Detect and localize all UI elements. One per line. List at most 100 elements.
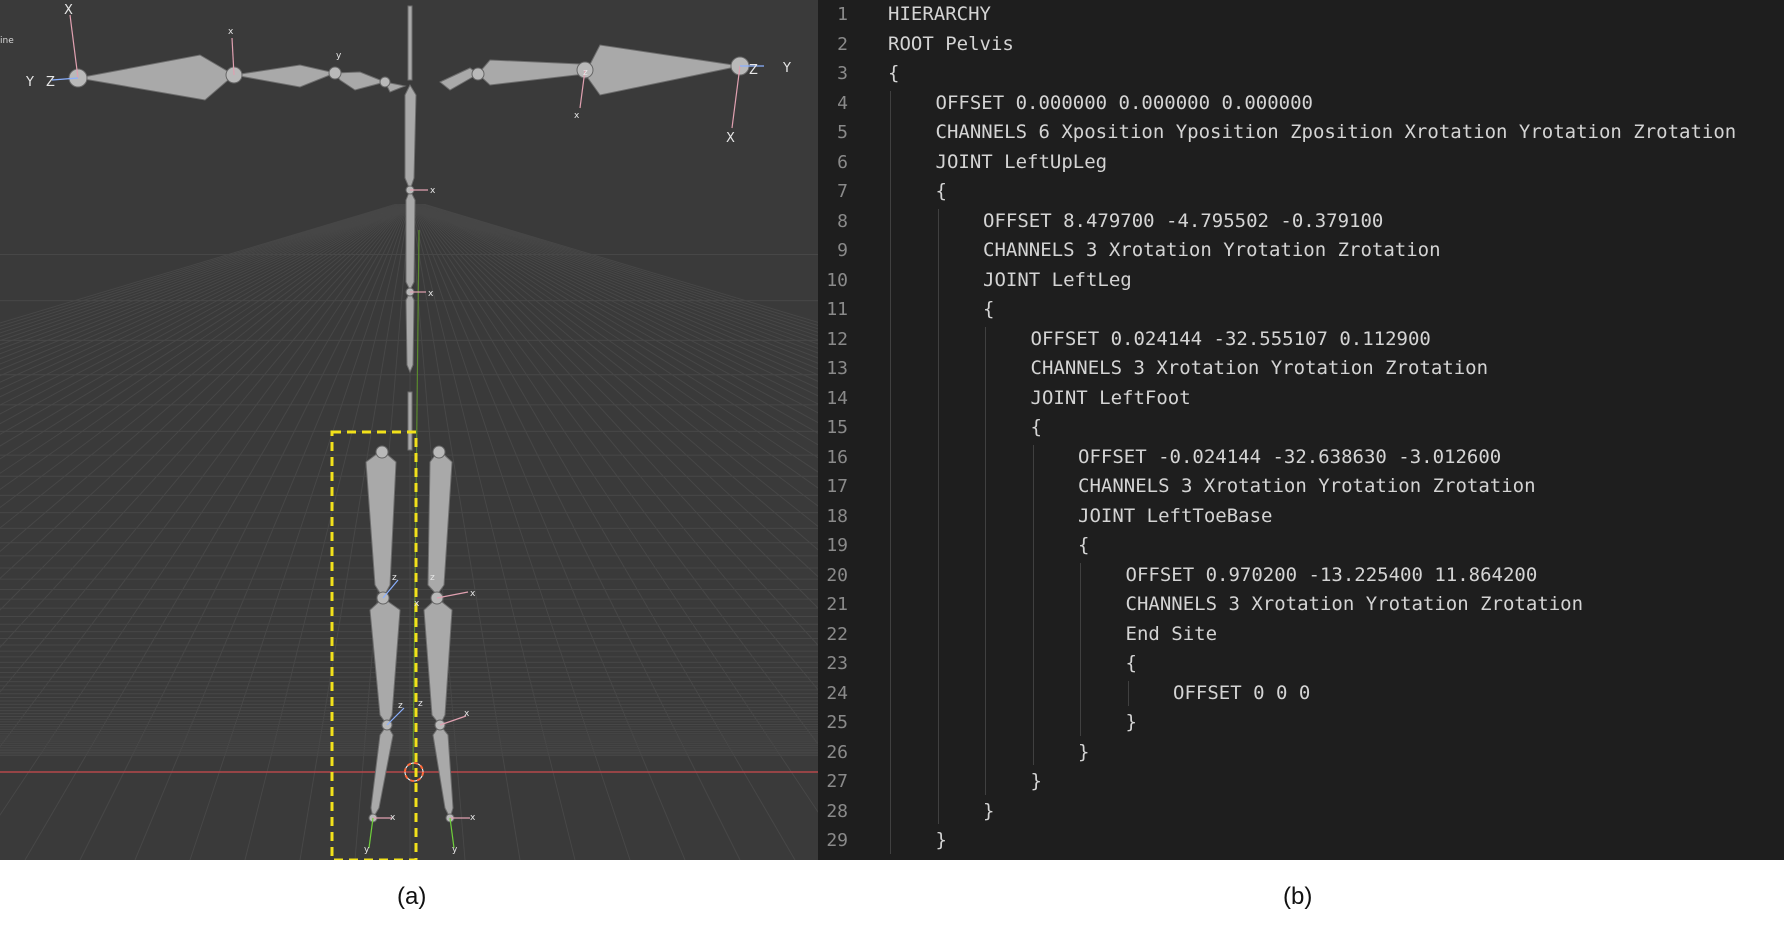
code-line[interactable]: 24 OFFSET 0 0 0 <box>818 679 1784 709</box>
indent-guide <box>985 326 986 795</box>
code-text[interactable]: } <box>1031 767 1042 797</box>
code-text[interactable]: OFFSET 0.970200 -13.225400 11.864200 <box>1126 561 1538 591</box>
indent-guide <box>1080 562 1081 736</box>
code-text[interactable]: OFFSET 8.479700 -4.795502 -0.379100 <box>983 207 1383 237</box>
code-text[interactable]: } <box>1126 708 1137 738</box>
code-text[interactable]: CHANNELS 3 Xrotation Yrotation Zrotation <box>1031 354 1489 384</box>
code-text[interactable]: OFFSET 0.024144 -32.555107 0.112900 <box>1031 325 1431 355</box>
code-line[interactable]: 9 CHANNELS 3 Xrotation Yrotation Zrotatio… <box>818 236 1784 266</box>
code-text[interactable]: JOINT LeftUpLeg <box>936 148 1108 178</box>
axis-label: x <box>428 289 434 299</box>
code-line[interactable]: 28} <box>818 797 1784 827</box>
axis-label: Z <box>46 75 55 90</box>
line-number: 29 <box>826 830 848 851</box>
code-line[interactable]: 8 OFFSET 8.479700 -4.795502 -0.379100 <box>818 207 1784 237</box>
code-line[interactable]: 5 CHANNELS 6 Xposition Yposition Zpositio… <box>818 118 1784 148</box>
line-number: 1 <box>837 4 848 25</box>
code-line[interactable]: 13 CHANNELS 3 Xrotation Yrotation Zrotati… <box>818 354 1784 384</box>
code-text[interactable]: OFFSET -0.024144 -32.638630 -3.012600 <box>1078 443 1501 473</box>
code-text[interactable]: { <box>1078 531 1089 561</box>
code-line[interactable]: 29} <box>818 826 1784 856</box>
code-text[interactable]: } <box>1078 738 1089 768</box>
code-line[interactable]: 12 OFFSET 0.024144 -32.555107 0.112900 <box>818 325 1784 355</box>
axis-label: y <box>364 845 370 855</box>
code-text[interactable]: CHANNELS 3 Xrotation Yrotation Zrotation <box>1078 472 1536 502</box>
axis-label: x <box>464 709 470 719</box>
caption-b: (b) <box>1283 883 1313 910</box>
code-line[interactable]: 18 JOINT LeftToeBase <box>818 502 1784 532</box>
code-text[interactable]: { <box>1031 413 1042 443</box>
code-line[interactable]: 1 HIERARCHY <box>818 0 1784 30</box>
axis-label: X <box>726 131 735 146</box>
code-line[interactable]: 26} <box>818 738 1784 768</box>
axis-label: y <box>452 845 458 855</box>
code-text[interactable]: } <box>983 797 994 827</box>
code-text[interactable]: } <box>936 826 947 856</box>
code-text[interactable]: OFFSET 0 0 0 <box>1173 679 1310 709</box>
code-line[interactable]: 6 JOINT LeftUpLeg <box>818 148 1784 178</box>
line-number: 5 <box>837 122 848 143</box>
code-line[interactable]: 2 ROOT Pelvis <box>818 30 1784 60</box>
line-number: 16 <box>826 446 848 468</box>
code-line[interactable]: 7{ <box>818 177 1784 207</box>
code-text[interactable]: ROOT Pelvis <box>888 30 1014 60</box>
viewport-canvas[interactable]: X Y Z Z Y X x y x z x x z z x x z z x x … <box>0 0 818 860</box>
code-text[interactable]: End Site <box>1126 620 1218 650</box>
code-text[interactable]: { <box>936 177 947 207</box>
line-number: 24 <box>826 682 848 704</box>
code-line[interactable]: 20 OFFSET 0.970200 -13.225400 11.864200 <box>818 561 1784 591</box>
3d-viewport[interactable]: X Y Z Z Y X x y x z x x z z x x z z x x … <box>0 0 818 860</box>
code-line[interactable]: 11 { <box>818 295 1784 325</box>
code-text[interactable]: CHANNELS 3 Xrotation Yrotation Zrotation <box>1126 590 1584 620</box>
viewport-corner-label: ine <box>0 36 14 46</box>
code-line[interactable]: 22 End Site <box>818 620 1784 650</box>
line-number: 19 <box>826 535 848 556</box>
code-editor[interactable]: 1 HIERARCHY 2 ROOT Pelvis 3{4 OFFSET 0.000000… <box>818 0 1784 860</box>
indent-guide <box>890 90 891 854</box>
code-text[interactable]: { <box>888 59 899 89</box>
line-number: 10 <box>826 269 848 291</box>
line-number: 21 <box>826 594 848 615</box>
code-line[interactable]: 15 { <box>818 413 1784 443</box>
line-number: 8 <box>837 210 848 232</box>
code-line[interactable]: 16 OFFSET -0.024144 -32.638630 -3.012600 <box>818 443 1784 473</box>
code-line[interactable]: 27} <box>818 767 1784 797</box>
code-text[interactable]: CHANNELS 3 Xrotation Yrotation Zrotation <box>983 236 1441 266</box>
code-line[interactable]: 19 { <box>818 531 1784 561</box>
axis-label: x <box>228 27 234 37</box>
line-number: 13 <box>826 358 848 379</box>
code-text[interactable]: JOINT LeftToeBase <box>1078 502 1272 532</box>
axis-label: z <box>392 573 397 583</box>
line-number: 15 <box>826 417 848 438</box>
axis-label: x <box>430 186 436 196</box>
code-line[interactable]: 10 JOINT LeftLeg <box>818 266 1784 296</box>
line-number: 6 <box>837 151 848 173</box>
axis-label: X <box>64 3 73 18</box>
code-line[interactable]: 14 JOINT LeftFoot <box>818 384 1784 414</box>
axis-label: x <box>390 813 396 823</box>
axis-label: Y <box>782 61 791 76</box>
line-number: 20 <box>826 564 848 586</box>
code-line[interactable]: 25} <box>818 708 1784 738</box>
code-text[interactable]: OFFSET 0.000000 0.000000 0.000000 <box>936 89 1314 119</box>
line-number: 2 <box>837 33 848 55</box>
code-line[interactable]: 21 CHANNELS 3 Xrotation Yrotation Zrotati… <box>818 590 1784 620</box>
line-number: 27 <box>826 771 848 792</box>
line-number: 18 <box>826 505 848 527</box>
code-line[interactable]: 4 OFFSET 0.000000 0.000000 0.000000 <box>818 89 1784 119</box>
code-text[interactable]: JOINT LeftLeg <box>983 266 1132 296</box>
line-number: 17 <box>826 476 848 497</box>
code-text[interactable]: HIERARCHY <box>888 0 991 30</box>
code-text[interactable]: { <box>983 295 994 325</box>
code-line[interactable]: 17 CHANNELS 3 Xrotation Yrotation Zrotati… <box>818 472 1784 502</box>
code-line[interactable]: 3{ <box>818 59 1784 89</box>
code-line[interactable]: 23 { <box>818 649 1784 679</box>
code-text[interactable]: { <box>1126 649 1137 679</box>
line-number: 9 <box>837 240 848 261</box>
line-number: 3 <box>837 63 848 84</box>
line-number: 11 <box>826 299 848 320</box>
axis-label: Z <box>749 63 758 78</box>
axis-label: z <box>583 68 588 78</box>
code-text[interactable]: CHANNELS 6 Xposition Yposition Zposition… <box>936 118 1737 148</box>
code-text[interactable]: JOINT LeftFoot <box>1031 384 1191 414</box>
